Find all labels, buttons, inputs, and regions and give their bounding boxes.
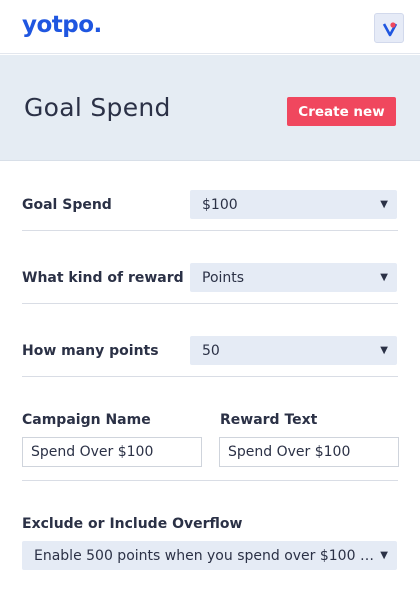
overflow-select[interactable]: Enable 500 points when you spend over $1… [22, 541, 397, 570]
app-switcher-button[interactable] [374, 13, 404, 43]
chevron-down-icon: ▼ [380, 345, 388, 356]
divider [22, 376, 398, 377]
reward-text-input[interactable] [219, 437, 399, 467]
chevron-down-icon: ▼ [380, 550, 388, 561]
reward-text-label: Reward Text [220, 412, 318, 428]
overflow-label: Exclude or Include Overflow [22, 516, 243, 532]
goal-spend-select[interactable]: $100 ▼ [190, 190, 397, 219]
reward-kind-value: Points [202, 269, 245, 286]
page-title: Goal Spend [24, 93, 171, 122]
chevron-down-icon: ▼ [380, 199, 388, 210]
goal-spend-value: $100 [202, 196, 238, 213]
vip-heart-icon [382, 22, 398, 37]
divider [22, 303, 398, 304]
points-select[interactable]: 50 ▼ [190, 336, 397, 365]
points-label: How many points [22, 343, 159, 359]
campaign-name-label: Campaign Name [22, 412, 151, 428]
top-bar: yotpo. [0, 0, 420, 54]
reward-kind-label: What kind of reward [22, 270, 184, 286]
page-header: Goal Spend Create new [0, 55, 420, 161]
divider [22, 230, 398, 231]
chevron-down-icon: ▼ [380, 272, 388, 283]
create-new-button[interactable]: Create new [287, 97, 396, 126]
reward-kind-select[interactable]: Points ▼ [190, 263, 397, 292]
yotpo-logo: yotpo. [22, 12, 102, 38]
points-value: 50 [202, 342, 220, 359]
divider [22, 480, 398, 481]
goal-spend-label: Goal Spend [22, 197, 112, 213]
campaign-name-input[interactable] [22, 437, 202, 467]
overflow-value: Enable 500 points when you spend over $1… [34, 547, 374, 564]
